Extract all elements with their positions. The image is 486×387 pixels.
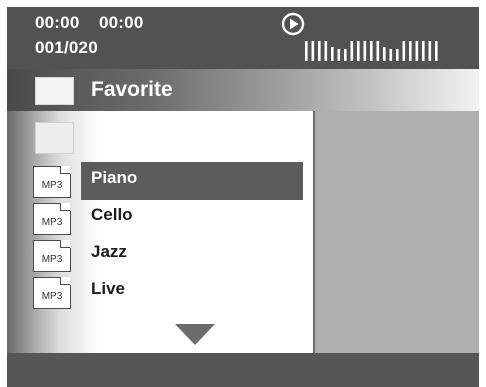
file-list-item-jazz[interactable]: MP3 Jazz	[7, 240, 313, 277]
folder-icon	[35, 77, 74, 105]
triangle-down-icon[interactable]	[175, 324, 215, 345]
file-list-item-piano[interactable]: MP3 Piano	[7, 162, 313, 203]
meter-bar	[331, 47, 334, 61]
file-type-label: MP3	[41, 217, 63, 228]
folder-header: Favorite	[7, 69, 479, 111]
total-time: 00:00	[99, 13, 144, 32]
meter-bar	[350, 41, 354, 61]
elapsed-time: 00:00	[35, 13, 80, 32]
media-browser-screen: 00:00 00:00 001/020 Favorite MP3 Piano M…	[0, 0, 486, 387]
file-name: Cello	[91, 205, 133, 224]
meter-bar	[422, 41, 425, 61]
meter-bar	[311, 41, 315, 61]
file-name: Jazz	[91, 242, 127, 261]
file-type-label: MP3	[41, 180, 63, 191]
meter-bar	[370, 41, 373, 61]
level-meter-icon	[305, 41, 438, 61]
meter-bar	[337, 49, 341, 61]
meter-bar	[428, 41, 432, 61]
file-corner-fold	[60, 277, 70, 285]
track-counter: 001/020	[35, 38, 98, 57]
bottom-bar	[7, 353, 479, 387]
meter-bar	[363, 41, 367, 61]
meter-bar	[305, 41, 308, 61]
play-circle-icon[interactable]	[281, 12, 305, 36]
meter-bar	[435, 41, 438, 61]
meter-bar	[396, 49, 399, 61]
file-list-item-cello[interactable]: MP3 Cello	[7, 203, 313, 240]
meter-bar	[402, 41, 406, 61]
meter-bar	[409, 41, 412, 61]
meter-bar	[324, 41, 328, 61]
meter-bar	[383, 47, 386, 61]
meter-bar	[415, 41, 419, 61]
file-name: Piano	[91, 168, 138, 187]
parent-folder-icon[interactable]	[35, 122, 74, 154]
meter-bar	[376, 41, 380, 61]
preview-panel	[315, 111, 479, 353]
meter-bar	[357, 41, 360, 61]
meter-bar	[318, 41, 321, 61]
file-list-panel: MP3 Piano MP3 Cello MP3 Jazz MP3 Live	[7, 111, 315, 353]
file-type-label: MP3	[41, 291, 63, 302]
meter-bar	[389, 49, 393, 61]
meter-bar	[344, 49, 347, 61]
file-type-label: MP3	[41, 254, 63, 265]
file-list-item-live[interactable]: MP3 Live	[7, 277, 313, 314]
file-corner-fold	[60, 240, 70, 248]
file-name: Live	[91, 279, 126, 298]
status-bar: 00:00 00:00 001/020	[7, 7, 479, 69]
file-corner-fold	[60, 203, 70, 211]
file-corner-fold	[60, 166, 70, 174]
folder-title: Favorite	[91, 78, 173, 101]
